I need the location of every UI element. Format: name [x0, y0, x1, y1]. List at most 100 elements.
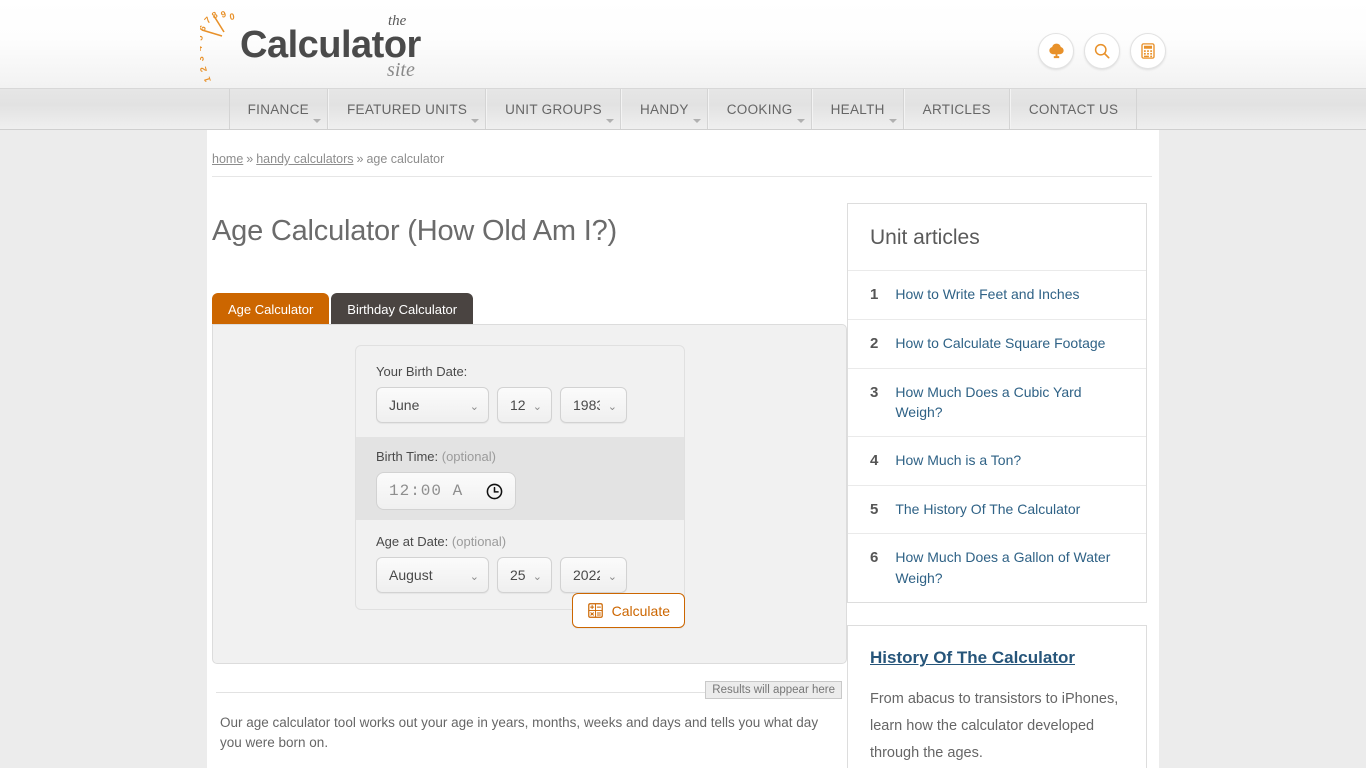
birth-year-wrap: 1983 ⌄: [560, 387, 627, 423]
article-link[interactable]: How Much Does a Cubic Yard Weigh?: [895, 382, 1124, 423]
nav-item-label: HANDY: [639, 101, 689, 117]
breadcrumb-home[interactable]: home: [212, 152, 243, 166]
article-link[interactable]: How to Calculate Square Footage: [895, 333, 1105, 354]
tab-birthday-calculator[interactable]: Birthday Calculator: [331, 293, 474, 325]
main-navigation: FINANCE FEATURED UNITS UNIT GROUPS HANDY COO…: [0, 88, 1366, 130]
calculator-button[interactable]: [1130, 33, 1166, 69]
content-container: home» handy calculators» age calculator Ag…: [207, 130, 1159, 768]
age-at-date-group: Age at Date: (optional) August ⌄ 25 ⌄ 20…: [376, 534, 664, 593]
age-year-select[interactable]: 2022: [560, 557, 627, 593]
site-header: 0 9 8 7 6 5 4 3 2 1 x the Calculator sit…: [0, 0, 1366, 88]
chevron-down-icon: [312, 119, 321, 123]
chevron-down-icon: [888, 119, 897, 123]
svg-text:4: 4: [200, 46, 204, 51]
tree-icon: [1048, 43, 1064, 58]
history-promo-body: From abacus to transistors to iPhones, l…: [870, 690, 1119, 762]
unit-articles-title: Unit articles: [870, 226, 980, 249]
birth-time-label-text: Birth Time:: [376, 449, 439, 464]
nav-item-label: HEALTH: [830, 101, 885, 117]
calculator-form: Your Birth Date: June ⌄ 12 ⌄ 1983 ⌄ Birt…: [355, 345, 685, 610]
svg-text:2: 2: [200, 66, 209, 73]
nav-item-handy[interactable]: HANDY: [620, 89, 708, 129]
history-promo-title[interactable]: History Of The Calculator: [870, 648, 1124, 668]
nav-item-featured-units[interactable]: FEATURED UNITS: [327, 89, 487, 129]
svg-text:1: 1: [202, 76, 213, 84]
nav-item-unit-groups[interactable]: UNIT GROUPS: [486, 89, 621, 129]
main-column: Age Calculator (How Old Am I?) Age Calcu…: [207, 177, 847, 768]
birth-day-wrap: 12 ⌄: [497, 387, 552, 423]
intro-paragraph: Our age calculator tool works out your a…: [220, 715, 819, 750]
nav-item-contact-us[interactable]: CONTACT US: [1009, 89, 1138, 129]
nav-item-label: FINANCE: [247, 101, 309, 117]
chevron-down-icon: [605, 119, 614, 123]
birth-year-select[interactable]: 1983: [560, 387, 627, 423]
article-link[interactable]: How Much Does a Gallon of Water Weigh?: [895, 547, 1124, 588]
history-promo-card: History Of The Calculator From abacus to…: [847, 624, 1147, 768]
calculator-tabs: Age Calculator Birthday Calculator: [212, 292, 847, 325]
calculator-icon: [1141, 43, 1155, 59]
tree-button[interactable]: [1038, 33, 1074, 69]
chevron-down-icon: [796, 119, 805, 123]
birth-time-band: Birth Time: (optional) 12:00 A: [356, 437, 684, 520]
calculator-icon: [587, 603, 603, 618]
article-rank: 6: [870, 549, 879, 567]
birth-time-input[interactable]: 12:00 A: [376, 472, 516, 510]
article-link[interactable]: The History Of The Calculator: [895, 499, 1080, 520]
article-list-item[interactable]: 1 How to Write Feet and Inches: [848, 270, 1146, 319]
calculate-button-label: Calculate: [611, 602, 670, 619]
results-row: Results will appear here: [212, 678, 842, 704]
sidebar: Unit articles 1 How to Write Feet and Inc…: [847, 177, 1147, 768]
article-list-item[interactable]: 3 How Much Does a Cubic Yard Weigh?: [848, 367, 1146, 436]
age-day-wrap: 25 ⌄: [497, 557, 552, 593]
birth-time-label: Birth Time: (optional): [376, 449, 664, 464]
age-day-select[interactable]: 25: [497, 557, 552, 593]
birth-date-label: Your Birth Date:: [376, 364, 468, 379]
page-title: Age Calculator (How Old Am I?): [212, 215, 617, 247]
svg-text:8: 8: [210, 10, 219, 21]
search-button[interactable]: [1084, 33, 1120, 69]
article-rank: 3: [870, 383, 879, 401]
nav-item-health[interactable]: HEALTH: [811, 89, 904, 129]
article-rank: 2: [870, 334, 879, 352]
nav-item-label: ARTICLES: [922, 101, 991, 117]
nav-item-articles[interactable]: ARTICLES: [903, 89, 1010, 129]
nav-item-finance[interactable]: FINANCE: [228, 89, 328, 129]
calculate-button[interactable]: Calculate: [571, 593, 685, 628]
nav-item-label: COOKING: [726, 101, 793, 117]
article-list-item[interactable]: 4 How Much is a Ton?: [848, 435, 1146, 485]
article-rank: 4: [870, 451, 879, 469]
breadcrumb-section[interactable]: handy calculators: [256, 152, 353, 166]
age-at-label: Age at Date: (optional): [376, 534, 664, 549]
chevron-down-icon: [471, 119, 480, 123]
svg-text:9: 9: [220, 9, 228, 20]
nav-item-cooking[interactable]: COOKING: [707, 89, 812, 129]
article-link[interactable]: How Much is a Ton?: [895, 450, 1021, 471]
chevron-down-icon: [692, 119, 701, 123]
article-rank: 5: [870, 500, 879, 518]
birth-date-row: June ⌄ 12 ⌄ 1983 ⌄: [376, 387, 664, 423]
tab-age-calculator[interactable]: Age Calculator: [212, 293, 330, 325]
article-list-item[interactable]: 2 How to Calculate Square Footage: [848, 318, 1146, 368]
age-month-wrap: August ⌄: [376, 557, 489, 593]
nav-item-label: FEATURED UNITS: [346, 101, 468, 117]
birth-month-select[interactable]: June: [376, 387, 489, 423]
article-list-item[interactable]: 5 The History Of The Calculator: [848, 484, 1146, 534]
breadcrumb-sep-2: »: [356, 152, 364, 166]
age-at-optional: (optional): [451, 534, 507, 549]
birth-time-optional: (optional): [441, 449, 496, 464]
birth-day-select[interactable]: 12: [497, 387, 552, 423]
nav-item-label: UNIT GROUPS: [505, 101, 602, 117]
article-link[interactable]: How to Write Feet and Inches: [895, 284, 1079, 305]
site-logo[interactable]: 0 9 8 7 6 5 4 3 2 1 x the Calculator sit…: [192, 2, 421, 88]
breadcrumb: home» handy calculators» age calculator: [207, 130, 1159, 166]
calculator-panel: Your Birth Date: June ⌄ 12 ⌄ 1983 ⌄ Birt…: [212, 324, 847, 664]
article-rank: 1: [870, 286, 879, 303]
age-at-label-text: Age at Date:: [376, 534, 449, 549]
clock-icon[interactable]: [486, 483, 503, 500]
age-month-select[interactable]: August: [376, 557, 489, 593]
birth-time-value: 12:00 A: [389, 482, 464, 500]
svg-text:0: 0: [229, 11, 235, 22]
article-list-item[interactable]: 6 How Much Does a Gallon of Water Weigh?: [848, 533, 1146, 601]
breadcrumb-current: age calculator: [366, 152, 445, 166]
calculate-row: Calculate: [355, 593, 685, 628]
